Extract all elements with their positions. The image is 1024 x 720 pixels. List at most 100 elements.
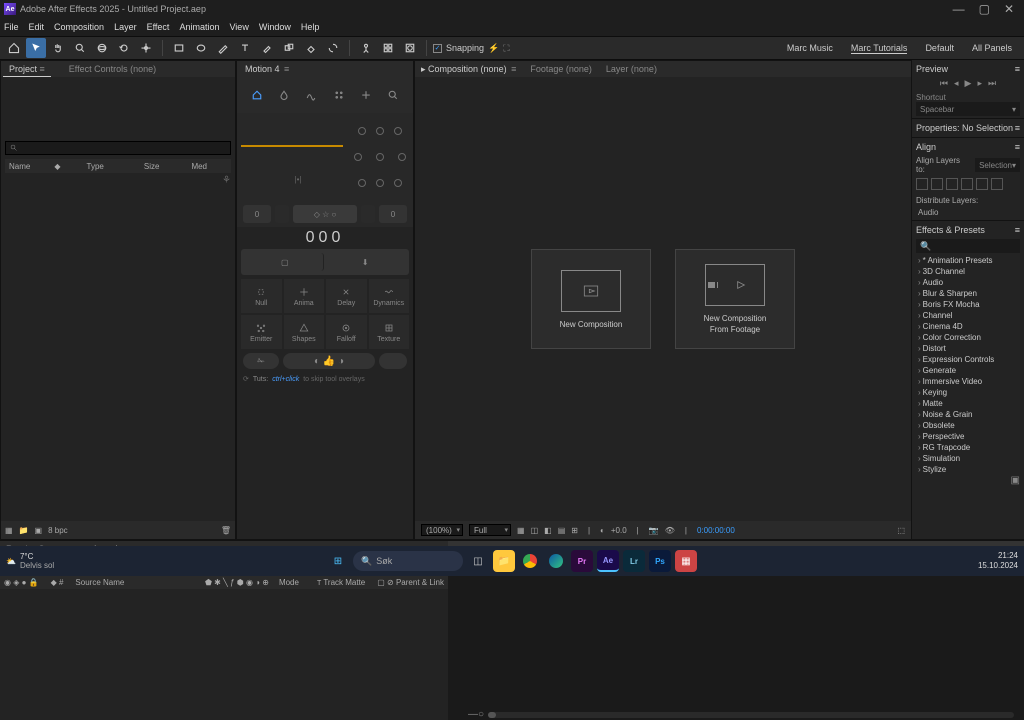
interpret-icon[interactable]: ▦ (5, 526, 13, 535)
tab-project[interactable]: Project ≡ (3, 62, 51, 77)
tab-motion4[interactable]: Motion 4 ≡ (239, 62, 295, 76)
motion-dot[interactable] (376, 127, 384, 135)
roto-tool[interactable] (323, 38, 343, 58)
tl-col-source[interactable]: Source Name (75, 578, 124, 587)
effects-menu-icon[interactable]: ≡ (1015, 225, 1020, 235)
app-icon[interactable]: ▦ (675, 550, 697, 572)
trash-icon[interactable]: 🗑 (221, 526, 231, 535)
show-snapshot-icon[interactable]: 👁 (665, 526, 675, 535)
motion-tool-emitter[interactable]: Emitter (241, 315, 282, 349)
mask-icon[interactable] (400, 38, 420, 58)
menu-window[interactable]: Window (259, 22, 291, 32)
play-icon[interactable]: ▶ (965, 78, 972, 89)
menu-help[interactable]: Help (301, 22, 320, 32)
effect-cat[interactable]: Noise & Grain (916, 409, 1020, 420)
timeline-hscroll[interactable] (488, 712, 1014, 718)
motion-dot[interactable] (394, 179, 402, 187)
col-name[interactable]: Name (9, 162, 34, 171)
align-menu-icon[interactable]: ≡ (1015, 142, 1020, 152)
align-bottom-icon[interactable] (991, 178, 1003, 190)
snapping-checkbox[interactable]: ✓ (433, 44, 442, 53)
motion-step-left[interactable] (275, 205, 289, 223)
effect-cat[interactable]: Perspective (916, 431, 1020, 442)
flow-icon[interactable]: ⚘ (5, 175, 231, 186)
tl-col-switches[interactable]: ⬟ ✱ ╲ ƒ ⬢ ◉ ◑ ⊕ (205, 578, 269, 587)
taskbar-weather[interactable]: ⛅ 7°CDelvis sol (6, 552, 54, 570)
goto-end-icon[interactable]: ⏭ (988, 78, 996, 89)
motion-search-icon[interactable] (382, 84, 404, 106)
effect-cat[interactable]: Matte (916, 398, 1020, 409)
align-hcenter-icon[interactable] (931, 178, 943, 190)
workspace-marc-music[interactable]: Marc Music (787, 43, 833, 54)
motion-home-icon[interactable] (246, 84, 268, 106)
motion-dot[interactable] (398, 153, 406, 161)
effect-cat[interactable]: Expression Controls (916, 354, 1020, 365)
audio-label[interactable]: Audio (916, 207, 1020, 218)
goto-start-icon[interactable]: ⏮ (940, 78, 948, 89)
text-tool[interactable] (235, 38, 255, 58)
effect-cat[interactable]: RG Trapcode (916, 442, 1020, 453)
effect-cat[interactable]: Audio (916, 277, 1020, 288)
menu-edit[interactable]: Edit (29, 22, 45, 32)
orbit-tool[interactable] (92, 38, 112, 58)
tl-col-label[interactable]: ◆ # (51, 578, 64, 587)
effect-cat[interactable]: 3D Channel (916, 266, 1020, 277)
motion-menu-icon[interactable]: ≡ (284, 64, 289, 74)
menu-composition[interactable]: Composition (54, 22, 104, 32)
properties-menu-icon[interactable]: ≡ (1015, 123, 1020, 133)
col-label-icon[interactable]: ◆ (54, 162, 60, 171)
rect-tool[interactable] (169, 38, 189, 58)
motion-slider[interactable] (241, 145, 343, 147)
align-left-icon[interactable] (916, 178, 928, 190)
new-comp-icon[interactable]: ▣ (35, 526, 43, 535)
align-vcenter-icon[interactable] (976, 178, 988, 190)
motion-tool-shapes[interactable]: Shapes (284, 315, 325, 349)
motion-dot[interactable] (376, 153, 384, 161)
timeline-zoom-out-icon[interactable]: —○ (468, 709, 484, 720)
effect-cat[interactable]: Simulation (916, 453, 1020, 464)
hand-tool[interactable] (48, 38, 68, 58)
effect-cat[interactable]: Color Correction (916, 332, 1020, 343)
snapshot-icon[interactable]: 📷 (649, 526, 659, 535)
tl-col-mode[interactable]: Mode (279, 578, 299, 587)
snap-options-icon[interactable]: ⚡ (488, 43, 499, 54)
snap-expand-icon[interactable]: ⛶ (503, 43, 509, 54)
photoshop-icon[interactable]: Ps (649, 550, 671, 572)
zoom-tool[interactable] (70, 38, 90, 58)
home-button[interactable] (4, 38, 24, 58)
motion-tool-falloff[interactable]: Falloff (326, 315, 367, 349)
puppet-tool[interactable] (356, 38, 376, 58)
viewer-opt-2[interactable]: ◫ (531, 526, 539, 535)
align-right-icon[interactable] (946, 178, 958, 190)
workspace-default[interactable]: Default (925, 43, 954, 54)
maximize-button[interactable]: ▢ (979, 2, 990, 16)
viewer-opt-4[interactable]: ▤ (558, 526, 566, 535)
aftereffects-icon[interactable]: Ae (597, 550, 619, 572)
resolution-dropdown[interactable]: Full (469, 524, 511, 536)
effect-cat[interactable]: Distort (916, 343, 1020, 354)
align-top-icon[interactable] (961, 178, 973, 190)
zoom-dropdown[interactable]: (100%) (421, 524, 463, 536)
effect-cat[interactable]: Generate (916, 365, 1020, 376)
effect-cat[interactable]: Keying (916, 387, 1020, 398)
timecode[interactable]: 0:00:00:00 (697, 526, 735, 535)
motion-pill-3[interactable] (379, 353, 407, 369)
motion-tool-texture[interactable]: Texture (369, 315, 410, 349)
motion-download-icon[interactable]: ⬇ (328, 253, 404, 271)
taskbar-clock[interactable]: 21:24 15.10.2024 (978, 551, 1018, 570)
motion-shape-buttons[interactable]: ◇ ☆ ○ (293, 205, 357, 223)
selection-tool[interactable] (26, 38, 46, 58)
motion-tool-null[interactable]: Null (241, 279, 282, 313)
menu-view[interactable]: View (229, 22, 248, 32)
start-button[interactable]: ⊞ (327, 550, 349, 572)
motion-dot[interactable] (394, 127, 402, 135)
viewer-3d-icon[interactable]: ⬚ (897, 526, 905, 535)
anchor-tool[interactable] (136, 38, 156, 58)
effects-search[interactable]: 🔍 (916, 239, 1020, 253)
motion-dot[interactable] (358, 179, 366, 187)
motion-move-icon[interactable] (355, 84, 377, 106)
menu-animation[interactable]: Animation (179, 22, 219, 32)
prev-frame-icon[interactable]: ◂ (954, 78, 959, 89)
exposure-icon[interactable]: ◐ (600, 526, 605, 535)
project-search[interactable] (5, 141, 231, 155)
